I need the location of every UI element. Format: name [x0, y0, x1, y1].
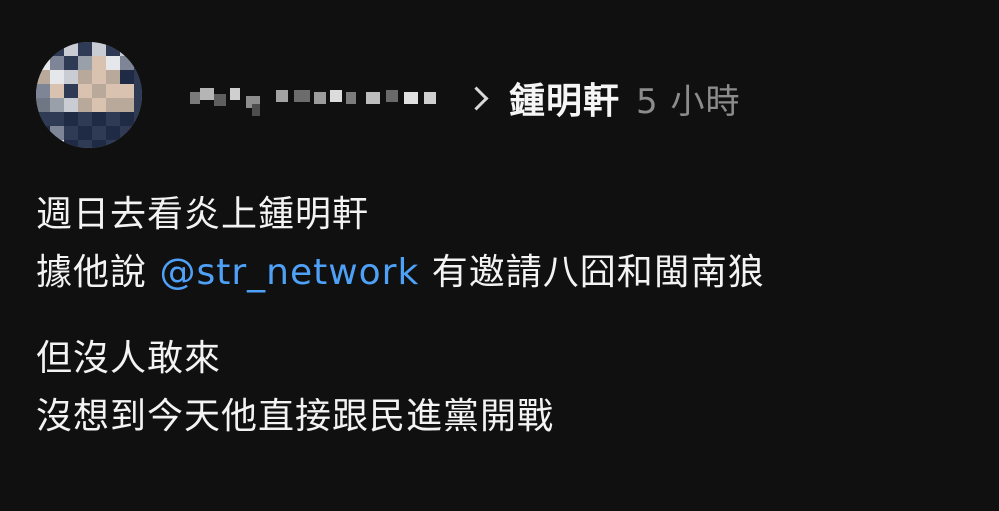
avatar-mosaic-tile [120, 70, 134, 84]
avatar-mosaic-tile [50, 70, 64, 84]
avatar-mosaic-tile [64, 84, 78, 98]
avatar-mosaic-tile [78, 126, 92, 140]
text-segment: 據他說 [36, 252, 160, 293]
username-mosaic-tile [294, 90, 310, 102]
avatar-mosaic-tile [50, 126, 64, 140]
author-handle[interactable]: 鍾明軒 [509, 72, 620, 124]
mention-link[interactable]: @str_network [159, 252, 419, 293]
username-mosaic-tile [190, 92, 200, 104]
username-mosaic-tile [424, 92, 436, 104]
avatar-mosaic-tile [92, 98, 106, 112]
avatar-mosaic-tile [50, 56, 64, 70]
avatar-mosaic-tile [36, 84, 50, 98]
avatar-mosaic-tile [64, 112, 78, 126]
avatar-mosaic-tile [106, 126, 120, 140]
avatar-mosaic-tile [106, 70, 120, 84]
avatar-mosaic-tile [120, 112, 134, 126]
avatar-mosaic-tile [92, 42, 106, 56]
avatar-mosaic-tile [64, 42, 78, 56]
avatar-mosaic-tile [78, 140, 92, 148]
username-mosaic-tile [314, 92, 326, 104]
text-segment: 週日去看炎上鍾明軒 [36, 194, 370, 235]
avatar-mosaic-tile [50, 140, 64, 148]
avatar-mosaic-tile [92, 84, 106, 98]
avatar-mosaic-tile [78, 42, 92, 56]
avatar-mosaic-tile [106, 112, 120, 126]
username-mosaic-tile [200, 88, 214, 100]
avatar-mosaic-tile [92, 112, 106, 126]
username-mosaic-tile [346, 92, 356, 104]
avatar-mosaic-tile [106, 56, 120, 70]
avatar-mosaic-tile [78, 70, 92, 84]
avatar[interactable] [36, 42, 142, 148]
avatar-mosaic-tile [106, 140, 120, 148]
avatar-mosaic-tile [36, 112, 50, 126]
avatar-mosaic-tile [92, 126, 106, 140]
avatar-mosaic-tile [36, 98, 50, 112]
avatar-mosaic-tile [36, 56, 50, 70]
avatar-mosaic-tile [36, 42, 50, 56]
avatar-mosaic-tile [78, 56, 92, 70]
avatar-mosaic-tile [64, 140, 78, 148]
username-mosaic-tile [252, 104, 260, 116]
text-segment: 但沒人敢來 [36, 338, 222, 379]
avatar-mosaic-tile [134, 126, 142, 140]
text-segment: 有邀請八囧和閩南狼 [419, 252, 765, 293]
avatar-mosaic-tile [92, 140, 106, 148]
post-body: 週日去看炎上鍾明軒 據他說 @str_network 有邀請八囧和閩南狼 但沒人敢來… [36, 186, 956, 446]
avatar-mosaic-tile [64, 126, 78, 140]
avatar-mosaic-tile [106, 84, 120, 98]
avatar-mosaic-tile [92, 56, 106, 70]
username-mosaic-tile [386, 90, 398, 102]
post-text-line: 據他說 @str_network 有邀請八囧和閩南狼 [36, 244, 956, 302]
text-segment: 沒想到今天他直接跟民進黨開戰 [36, 396, 555, 437]
avatar-mosaic-tile [36, 70, 50, 84]
avatar-mosaic-tile [120, 140, 134, 148]
threads-post: 鍾明軒 5 小時 週日去看炎上鍾明軒 據他說 @str_network 有邀請八囧… [0, 0, 999, 511]
avatar-mosaic-tile [134, 140, 142, 148]
avatar-mosaic-tile [134, 42, 142, 56]
avatar-mosaic-tile [78, 112, 92, 126]
avatar-mosaic-tile [134, 70, 142, 84]
username-mosaic-tile [276, 90, 288, 102]
avatar-mosaic-tile [64, 70, 78, 84]
avatar-mosaic-tile [50, 98, 64, 112]
avatar-mosaic-tile [134, 98, 142, 112]
avatar-mosaic-tile [120, 98, 134, 112]
avatar-mosaic-tile [106, 98, 120, 112]
avatar-mosaic-tile [120, 56, 134, 70]
avatar-mosaic-tile [120, 126, 134, 140]
avatar-mosaic-tile [92, 70, 106, 84]
blurred-username[interactable] [190, 78, 442, 118]
avatar-mosaic-tile [50, 42, 64, 56]
avatar-mosaic-tile [120, 84, 134, 98]
post-text-line: 沒想到今天他直接跟民進黨開戰 [36, 388, 956, 446]
username-mosaic-tile [366, 92, 380, 104]
avatar-mosaic-tile [64, 56, 78, 70]
post-header: 鍾明軒 5 小時 [190, 70, 740, 126]
avatar-mosaic-tile [64, 98, 78, 112]
post-text-line: 週日去看炎上鍾明軒 [36, 186, 956, 244]
avatar-mosaic-tile [78, 98, 92, 112]
post-timestamp: 5 小時 [636, 81, 741, 122]
avatar-mosaic-tile [120, 42, 134, 56]
avatar-mosaic-tile [134, 84, 142, 98]
avatar-mosaic-tile [106, 42, 120, 56]
avatar-mosaic-tile [134, 112, 142, 126]
username-mosaic-tile [330, 90, 342, 102]
avatar-mosaic-tile [50, 112, 64, 126]
avatar-mosaic-tile [36, 140, 50, 148]
username-mosaic-tile [404, 92, 418, 104]
username-mosaic-tile [230, 88, 240, 100]
avatar-mosaic-tile [36, 126, 50, 140]
post-text-line: 但沒人敢來 [36, 330, 956, 388]
chevron-right-icon [464, 85, 489, 111]
username-mosaic-tile [214, 94, 226, 106]
avatar-mosaic-tile [78, 84, 92, 98]
avatar-mosaic-tile [134, 56, 142, 70]
avatar-mosaic-tile [50, 84, 64, 98]
